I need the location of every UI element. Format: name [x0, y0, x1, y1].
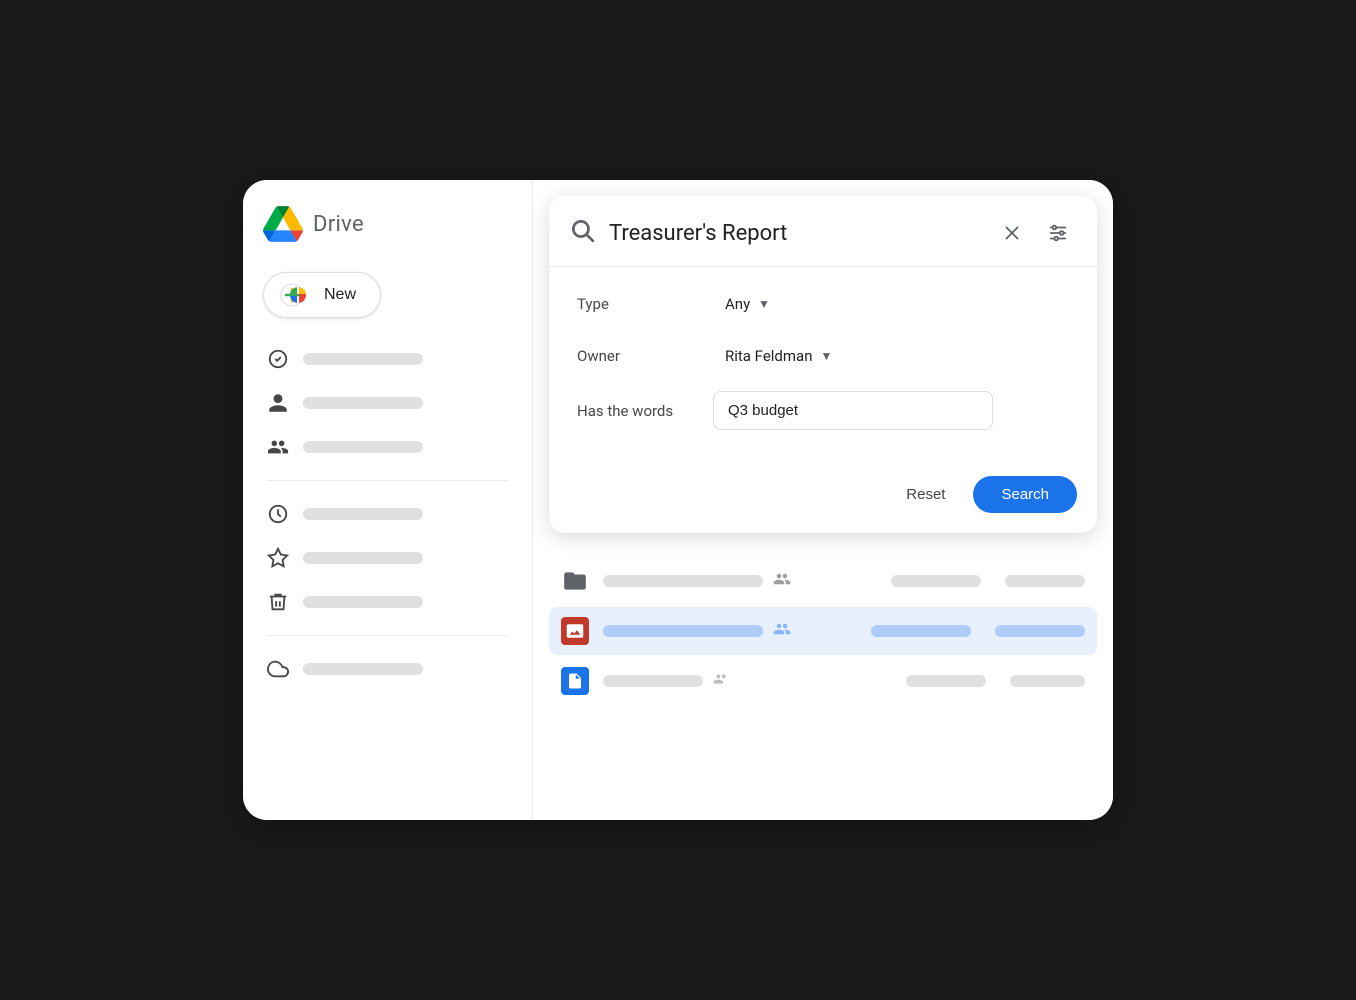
people-icon: [267, 436, 289, 458]
file-size-placeholder: [995, 625, 1085, 637]
image-file-icon: [561, 617, 589, 645]
filters-button[interactable]: [1039, 214, 1077, 252]
search-query: Treasurer's Report: [609, 221, 979, 246]
sharing-icon: [773, 570, 791, 592]
reset-button[interactable]: Reset: [886, 476, 965, 513]
search-button[interactable]: Search: [973, 476, 1077, 513]
search-header-actions: [993, 214, 1077, 252]
search-filters: Type Any ▼ Owner Rita Feldman ▼: [549, 267, 1097, 468]
words-input[interactable]: [713, 391, 993, 430]
nav-label-placeholder: [303, 353, 423, 365]
sidebar-item-starred[interactable]: [251, 537, 524, 579]
drive-logo-icon: [263, 204, 303, 244]
file-size-placeholder: [1005, 575, 1085, 587]
owner-value: Rita Feldman: [725, 347, 812, 365]
sidebar: Drive New: [243, 180, 533, 820]
new-button-label: New: [324, 286, 356, 304]
sidebar-item-shared-drives[interactable]: [251, 426, 524, 468]
type-filter-label: Type: [577, 295, 697, 313]
star-icon: [267, 547, 289, 569]
nav-label-placeholder: [303, 397, 423, 409]
search-icon: [569, 217, 595, 249]
nav-label-placeholder: [303, 441, 423, 453]
main-content: Treasurer's Report: [533, 180, 1113, 820]
file-name-placeholder: [603, 625, 763, 637]
nav-label-placeholder: [303, 552, 423, 564]
words-filter-label: Has the words: [577, 402, 697, 420]
sharing-icon: [713, 671, 729, 691]
trash-icon: [267, 591, 289, 613]
type-chevron-icon: ▼: [758, 297, 770, 311]
file-row[interactable]: [549, 557, 1097, 605]
file-date-placeholder: [871, 625, 971, 637]
sidebar-item-my-drive[interactable]: [251, 338, 524, 380]
search-panel: Treasurer's Report: [549, 196, 1097, 533]
search-header: Treasurer's Report: [549, 196, 1097, 267]
file-meta: [906, 675, 1085, 687]
type-select[interactable]: Any ▼: [713, 287, 782, 321]
file-list: [533, 549, 1113, 820]
file-name-area: [603, 570, 877, 592]
check-circle-icon: [267, 348, 289, 370]
nav-divider: [267, 480, 508, 481]
owner-filter-row: Owner Rita Feldman ▼: [577, 339, 1069, 373]
file-row[interactable]: [549, 607, 1097, 655]
nav-divider-2: [267, 635, 508, 636]
cloud-icon: [267, 658, 289, 680]
words-filter-row: Has the words: [577, 391, 1069, 430]
file-name-area: [603, 620, 857, 642]
sidebar-header: Drive: [243, 200, 532, 264]
folder-icon: [561, 567, 589, 595]
file-date-placeholder: [906, 675, 986, 687]
file-meta: [891, 575, 1085, 587]
app-title: Drive: [313, 212, 364, 237]
file-name-area: [603, 671, 892, 691]
doc-file-icon: [561, 667, 589, 695]
type-filter-row: Type Any ▼: [577, 287, 1069, 321]
sidebar-nav: [243, 338, 532, 690]
close-search-button[interactable]: [993, 214, 1031, 252]
clock-icon: [267, 503, 289, 525]
sharing-icon: [773, 620, 791, 642]
search-actions: Reset Search: [549, 468, 1097, 533]
file-row[interactable]: [549, 657, 1097, 705]
file-name-placeholder: [603, 675, 703, 687]
colorful-plus-icon: [286, 283, 310, 307]
sidebar-item-trash[interactable]: [251, 581, 524, 623]
owner-chevron-icon: ▼: [820, 349, 832, 363]
type-value: Any: [725, 295, 750, 313]
file-name-placeholder: [603, 575, 763, 587]
owner-filter-label: Owner: [577, 347, 697, 365]
sidebar-item-shared-me[interactable]: [251, 382, 524, 424]
file-meta: [871, 625, 1085, 637]
sidebar-item-recent[interactable]: [251, 493, 524, 535]
file-size-placeholder: [1010, 675, 1085, 687]
nav-label-placeholder: [303, 508, 423, 520]
owner-select[interactable]: Rita Feldman ▼: [713, 339, 844, 373]
new-button[interactable]: New: [263, 272, 381, 318]
sidebar-item-storage[interactable]: [251, 648, 524, 690]
file-date-placeholder: [891, 575, 981, 587]
nav-label-placeholder: [303, 663, 423, 675]
nav-label-placeholder: [303, 596, 423, 608]
person-icon: [267, 392, 289, 414]
